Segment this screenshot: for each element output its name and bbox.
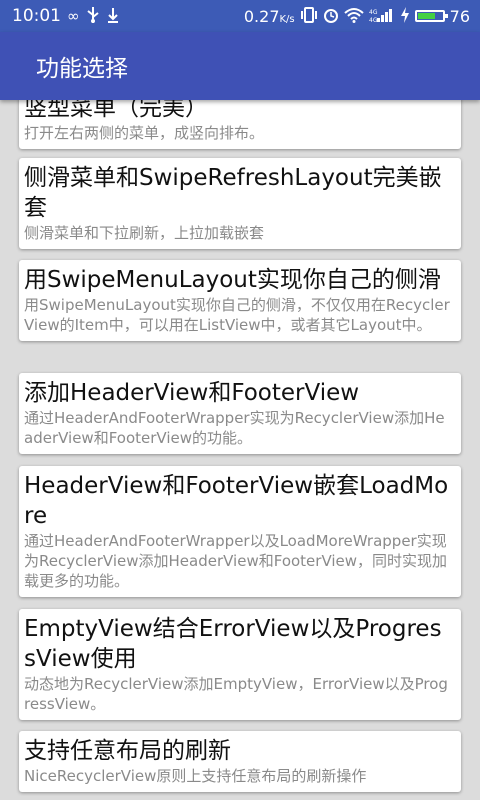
app-bar: 功能选择 [0,32,480,100]
svg-text:4G: 4G [369,9,378,16]
status-bar: 10:01 ∞ 0.27K/s 4G 4G 76 [0,0,480,32]
feature-list[interactable]: 竖型菜单（完美） 打开左右两侧的菜单，成竖向排布。 侧滑菜单和SwipeRefr… [0,100,480,800]
signal-icon: 4G 4G [369,7,395,26]
list-item-desc: NiceRecyclerView原则上支持任意布局的刷新操作 [24,767,367,785]
alarm-icon [323,7,339,26]
net-speed-value: 0.27 [243,6,280,26]
usb-icon [86,6,100,26]
charging-icon [400,6,410,26]
list-item-desc: 通过HeaderAndFooterWrapper实现为RecyclerView添… [24,409,445,447]
list-item-title: 添加HeaderView和FooterView [24,380,360,406]
status-bar-right: 0.27K/s 4G 4G 76 [244,6,470,26]
list-item[interactable]: 用SwipeMenuLayout实现你自己的侧滑 用SwipeMenuLayou… [19,260,461,341]
status-bar-left: 10:01 ∞ [12,6,120,26]
battery-level: 76 [449,6,470,26]
list-item-title: EmptyView结合ErrorView以及ProgressView使用 [24,616,442,672]
battery-icon [414,10,448,22]
list-item[interactable]: 支持任意布局的刷新 NiceRecyclerView原则上支持任意布局的刷新操作 [19,731,461,792]
list-item-desc: 打开左右两侧的菜单，成竖向排布。 [24,124,265,142]
list-item[interactable]: 竖型菜单（完美） 打开左右两侧的菜单，成竖向排布。 [19,100,461,149]
list-item-desc: 通过HeaderAndFooterWrapper以及LoadMoreWrappe… [24,532,448,590]
vibrate-icon [300,6,318,26]
wifi-icon [343,7,364,26]
net-speed: 0.27K/s [244,7,295,26]
list-item[interactable]: 侧滑菜单和SwipeRefreshLayout完美嵌套 侧滑菜单和下拉刷新，上拉… [19,158,461,249]
infinity-icon: ∞ [67,6,80,25]
list-item[interactable]: HeaderView和FooterView嵌套LoadMore 通过Header… [19,466,461,597]
list-item-desc: 动态地为RecyclerView添加EmptyView，ErrorView以及P… [24,675,448,713]
list-item-title: 用SwipeMenuLayout实现你自己的侧滑 [24,267,441,293]
list-item-title: 支持任意布局的刷新 [24,738,231,764]
list-item-title: 侧滑菜单和SwipeRefreshLayout完美嵌套 [24,165,442,221]
net-speed-unit: K/s [279,13,295,25]
list-item-desc: 侧滑菜单和下拉刷新，上拉加载嵌套 [24,224,265,242]
list-item[interactable]: EmptyView结合ErrorView以及ProgressView使用 动态地… [19,609,461,720]
svg-text:4G: 4G [369,17,378,23]
list-item-title: HeaderView和FooterView嵌套LoadMore [24,473,449,529]
list-item-title: 竖型菜单（完美） [24,100,208,121]
page-title: 功能选择 [36,56,128,82]
download-icon [106,7,120,26]
battery-fill [417,13,436,19]
list-item[interactable]: 添加HeaderView和FooterView 通过HeaderAndFoote… [19,373,461,454]
status-time: 10:01 [12,6,61,26]
list-item-desc: 用SwipeMenuLayout实现你自己的侧滑，不仅仅用在RecyclerVi… [24,296,450,334]
